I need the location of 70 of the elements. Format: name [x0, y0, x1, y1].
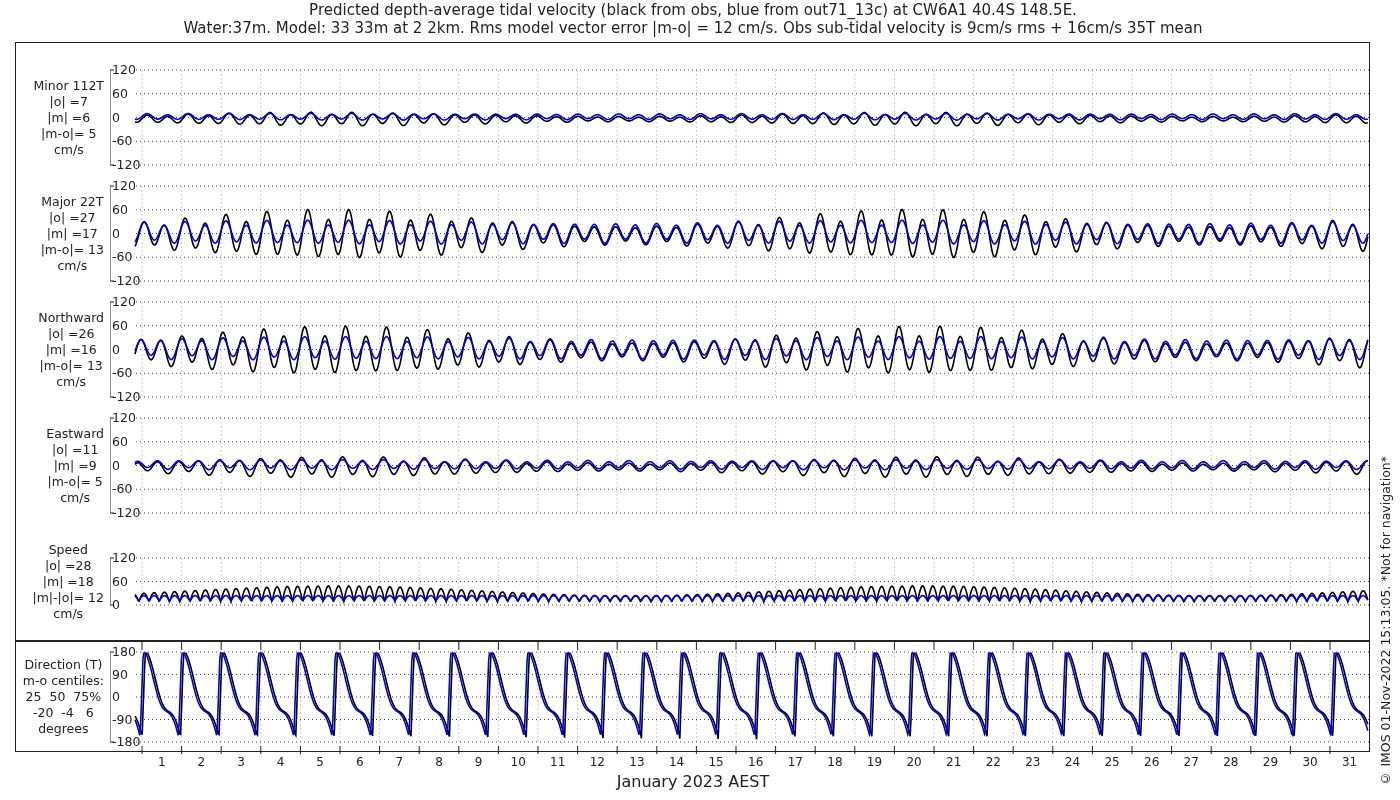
panel-label: Eastward |o| =11 |m| =9 |m-o|= 5 cm/s	[46, 425, 104, 507]
tick-label: 60	[112, 573, 128, 589]
tick-label: 120	[112, 294, 136, 309]
panel-label: Northward |o| =26 |m| =16 |m-o|= 13 cm/s	[38, 309, 104, 391]
tick-label: 0	[112, 689, 120, 704]
tick-label: 18	[826, 755, 844, 769]
tick-label: 0	[112, 597, 120, 612]
tick-label: 10	[509, 755, 527, 769]
panel-label: Direction (T) m-o centiles: 25 50 75% -20 -4 6 degrees	[22, 657, 104, 738]
tick-label: 120	[112, 550, 136, 565]
tick-label: 180	[112, 644, 136, 659]
tick-label: -120	[112, 157, 141, 172]
tick-label: 8	[434, 755, 444, 769]
tick-label: 25	[1103, 755, 1121, 769]
tick-label: 29	[1261, 755, 1280, 769]
tick-label: -60	[112, 133, 133, 149]
axis-label: January 2023 AEST	[616, 772, 770, 791]
chart-title: Water:37m. Model: 33 33m at 2 2km. Rms model vector error |m-o| = 12 cm/s. Obs sub-tidal velocity is 9cm/s rms + 16cm/s 35T mean	[183, 19, 1203, 37]
tick-label: 13	[628, 755, 646, 769]
copyright-note: © IMOS 01-Nov-2022 15:13:05. *Not for navigation*	[1378, 456, 1393, 786]
tick-label: 7	[394, 755, 405, 769]
panel-label: Minor 112T |o| =7 |m| =6 |m-o|= 5 cm/s	[33, 77, 104, 159]
tick-label: 24	[1063, 755, 1082, 769]
tick-label: 1	[156, 755, 167, 769]
tick-label: 28	[1222, 755, 1240, 769]
tick-label: 21	[945, 755, 963, 769]
tick-label: 12	[588, 755, 606, 769]
tick-label: 5	[315, 755, 325, 769]
tick-label: -120	[112, 389, 141, 404]
tick-label: 31	[1340, 755, 1359, 769]
tick-label: 26	[1143, 755, 1161, 769]
tick-label: 11	[549, 755, 567, 769]
tick-label: 0	[112, 457, 120, 473]
tick-label: 60	[112, 433, 128, 449]
tick-label: 23	[1024, 755, 1042, 769]
tick-label: 9	[473, 755, 484, 769]
tick-label: 0	[112, 225, 120, 241]
y-axis	[110, 557, 115, 606]
chart-title: Predicted depth-average tidal velocity (black from obs, blue from out71_13c) at CW6A1 40.4S 148.5E.	[309, 1, 1077, 19]
panel-label: Speed |o| =28 |m| =18 |m|-|o|= 12 cm/s	[32, 541, 104, 623]
tick-label: 30	[1301, 755, 1319, 769]
tick-label: 0	[112, 341, 120, 357]
tick-label: -120	[112, 505, 141, 520]
tick-label: 60	[112, 201, 128, 217]
tick-label: -60	[112, 365, 133, 381]
tick-label: 120	[112, 62, 136, 77]
tick-label: 19	[865, 755, 884, 769]
tick-label: 120	[112, 410, 136, 425]
tick-label: 27	[1182, 755, 1200, 769]
tick-label: -120	[112, 273, 141, 288]
tick-label: 90	[112, 666, 128, 682]
tick-label: 2	[196, 755, 207, 769]
tick-label: 60	[112, 317, 128, 333]
tick-label: -180	[112, 734, 141, 749]
tick-label: -60	[112, 249, 133, 265]
tick-label: 14	[667, 755, 686, 769]
tick-label: 22	[984, 755, 1002, 769]
tick-label: 4	[275, 755, 286, 769]
tick-label: 60	[112, 85, 128, 101]
tick-label: 15	[707, 755, 725, 769]
panel-label: Major 22T |o| =27 |m| =17 |m-o|= 13 cm/s	[40, 193, 104, 275]
tick-label: 120	[112, 178, 136, 193]
tick-label: 6	[354, 755, 365, 769]
tick-label: -90	[112, 711, 133, 727]
tick-label: -60	[112, 481, 133, 497]
tick-label: 17	[786, 755, 804, 769]
tick-label: 16	[747, 755, 765, 769]
tick-label: 3	[236, 755, 246, 769]
tick-label: 0	[112, 109, 120, 125]
tick-label: 20	[905, 755, 923, 769]
